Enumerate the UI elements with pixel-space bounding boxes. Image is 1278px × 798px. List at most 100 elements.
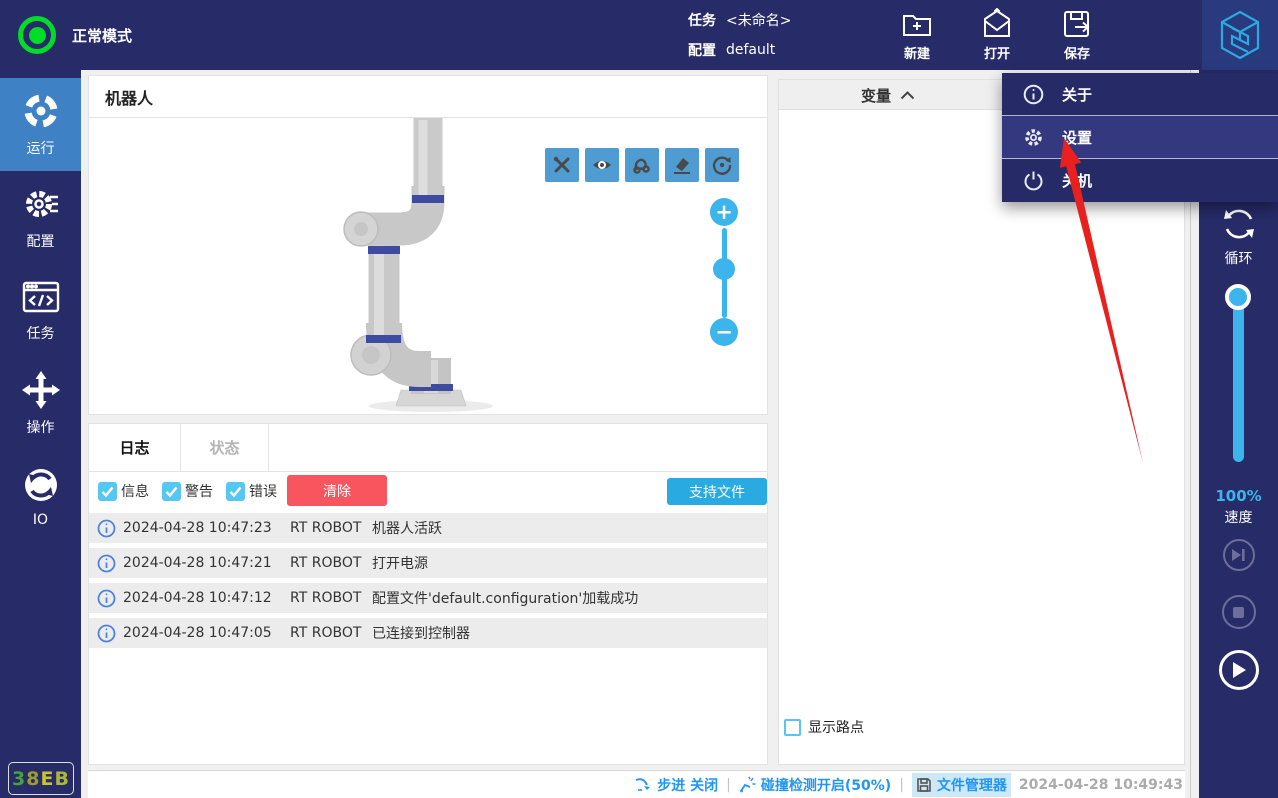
save-task-button[interactable]: 保存 [1049, 8, 1105, 62]
io-arrows-icon [21, 465, 61, 505]
filter-error-checkbox[interactable]: 错误 [226, 481, 277, 501]
system-dropdown-menu: 关于 设置 关机 [1002, 73, 1278, 202]
visibility-button[interactable] [585, 148, 619, 182]
app-menu-button[interactable] [1202, 0, 1278, 70]
clear-log-button[interactable]: 清除 [287, 475, 387, 506]
reset-view-button[interactable] [705, 148, 739, 182]
speed-value: 100% [1215, 487, 1262, 505]
log-message: 打开电源 [372, 556, 428, 572]
show-waypoints-checkbox[interactable]: 显示路点 [784, 717, 864, 737]
top-bar: 正常模式 任务 <未命名> 配置 default 新建 打开 保存 [0, 0, 1278, 70]
speed-slider-handle[interactable] [1225, 284, 1251, 310]
log-row: 2024-04-28 10:47:12 RT ROBOT 配置文件'defaul… [89, 583, 767, 613]
robot-panel: 机器人 + − [88, 75, 768, 415]
collision-icon [739, 776, 756, 793]
brand-cube-icon [1218, 10, 1262, 60]
diagnostic-code-badge: 3 8 E B [8, 762, 74, 795]
task-label: 任务 [688, 13, 716, 29]
log-source: RT ROBOT [290, 590, 362, 606]
filter-info-checkbox[interactable]: 信息 [98, 481, 149, 501]
tools-button[interactable] [545, 148, 579, 182]
step-forward-button[interactable] [1222, 539, 1255, 571]
zoom-slider-handle[interactable] [713, 258, 735, 280]
log-source: RT ROBOT [290, 555, 362, 571]
log-message: 机器人活跃 [372, 521, 442, 537]
menu-item-label: 关于 [1062, 85, 1093, 104]
mode-label: 正常模式 [72, 26, 133, 45]
status-timestamp: 2024-04-28 10:49:43 [1018, 776, 1183, 793]
sidebar-item-label: IO [32, 512, 49, 528]
sidebar-item-config[interactable]: 配置 [0, 171, 81, 264]
tab-log[interactable]: 日志 [89, 424, 181, 471]
checkbox-unchecked-icon [784, 718, 801, 736]
path-icon [631, 154, 653, 176]
show-waypoints-label: 显示路点 [808, 720, 864, 736]
badge-char: B [54, 767, 70, 790]
filter-warning-label: 警告 [185, 484, 213, 500]
step-mode-toggle[interactable]: 步进 关闭 [634, 775, 718, 795]
log-row: 2024-04-28 10:47:21 RT ROBOT 打开电源 [89, 548, 767, 578]
chevron-up-icon [900, 91, 915, 100]
path-button[interactable] [625, 148, 659, 182]
gear-list-icon [21, 184, 61, 224]
info-circle-icon [97, 519, 116, 538]
variables-collapse-toggle[interactable]: 变量 [861, 85, 915, 106]
speed-label: 速度 [1224, 510, 1253, 526]
zoom-in-button[interactable]: + [710, 198, 738, 226]
info-icon [1023, 84, 1044, 105]
minus-icon: − [715, 320, 733, 344]
save-icon [1061, 8, 1093, 40]
sidebar-item-operate[interactable]: 操作 [0, 357, 81, 450]
power-icon [1023, 170, 1044, 191]
stop-button[interactable] [1221, 595, 1256, 629]
log-row: 2024-04-28 10:47:23 RT ROBOT 机器人活跃 [89, 513, 767, 543]
checkbox-checked-icon [226, 481, 245, 501]
run-icon [21, 91, 61, 131]
menu-item-about[interactable]: 关于 [1002, 73, 1278, 116]
menu-item-label: 关机 [1062, 172, 1093, 190]
loop-toggle[interactable]: 循环 [1199, 206, 1278, 268]
config-label: 配置 [688, 43, 716, 59]
loop-icon [1220, 206, 1258, 242]
speed-slider-track[interactable] [1233, 300, 1244, 462]
log-message: 配置文件'default.configuration'加载成功 [372, 591, 639, 607]
support-file-button[interactable]: 支持文件 [667, 478, 767, 505]
new-task-button[interactable]: 新建 [889, 8, 945, 62]
sidebar-item-label: 任务 [26, 326, 55, 342]
separator: | [726, 776, 731, 793]
log-filter-row: 信息 警告 错误 清除 支持文件 [89, 472, 767, 510]
badge-char: 3 [12, 767, 27, 790]
checkbox-checked-icon [98, 481, 117, 501]
log-panel: 日志 状态 信息 警告 错误 清除 支持文件 2024-04-28 10:47:… [88, 423, 768, 765]
task-config-info: 任务 <未命名> 配置 default [688, 0, 791, 70]
checkbox-checked-icon [162, 481, 181, 501]
step-mode-label: 步进 关闭 [657, 777, 719, 794]
menu-item-label: 设置 [1062, 128, 1093, 147]
play-button[interactable] [1218, 650, 1259, 690]
sidebar-item-task[interactable]: 任务 [0, 264, 81, 357]
menu-item-settings[interactable]: 设置 [1002, 116, 1278, 159]
sidebar-item-label: 配置 [26, 234, 55, 250]
sidebar-item-run[interactable]: 运行 [0, 78, 81, 171]
log-row: 2024-04-28 10:47:05 RT ROBOT 已连接到控制器 [89, 618, 767, 648]
new-task-label: 新建 [903, 47, 930, 62]
open-task-label: 打开 [983, 47, 1010, 62]
eraser-button[interactable] [665, 148, 699, 182]
left-sidebar: 运行 配置 任务 操作 IO 3 8 E B [0, 70, 81, 798]
sidebar-item-io[interactable]: IO [0, 450, 81, 543]
collision-detection-toggle[interactable]: 碰撞检测开启(50%) [739, 775, 891, 795]
open-task-button[interactable]: 打开 [969, 8, 1025, 62]
move-arrows-icon [21, 370, 61, 410]
filter-warning-checkbox[interactable]: 警告 [162, 481, 213, 501]
menu-item-shutdown[interactable]: 关机 [1002, 159, 1278, 202]
log-message: 已连接到控制器 [372, 626, 470, 642]
open-icon [981, 8, 1013, 40]
save-task-label: 保存 [1063, 47, 1090, 62]
floppy-icon [916, 777, 932, 793]
config-value: default [726, 42, 776, 58]
tab-status[interactable]: 状态 [181, 424, 269, 471]
log-time: 2024-04-28 10:47:21 [123, 555, 272, 571]
file-manager-button[interactable]: 文件管理器 [911, 772, 1011, 797]
zoom-out-button[interactable]: − [710, 318, 738, 346]
log-tabs: 日志 状态 [89, 424, 767, 472]
